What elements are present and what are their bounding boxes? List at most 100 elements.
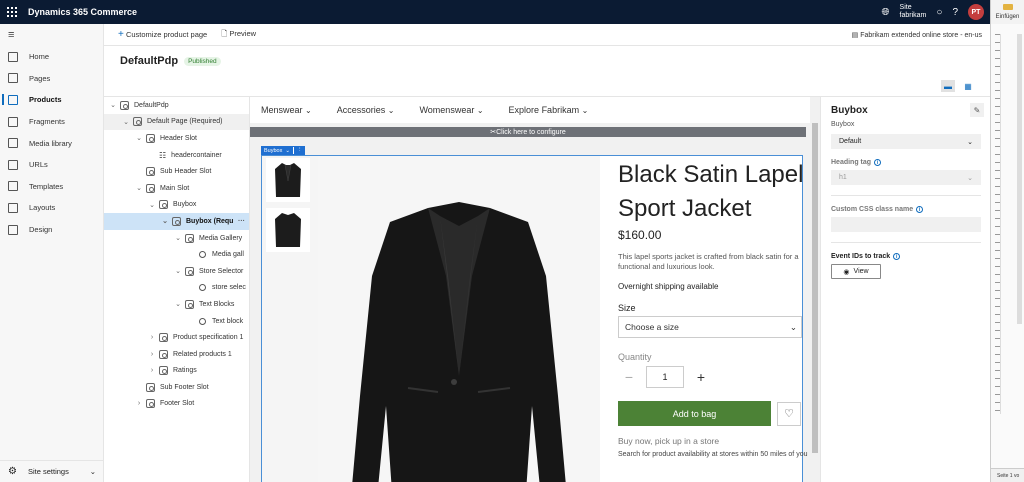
bell-icon[interactable]: ○	[936, 7, 942, 18]
quantity-input[interactable]: 1	[646, 366, 684, 388]
menu-item[interactable]: Menswear ⌄	[261, 105, 312, 115]
tree-node[interactable]: Sub Header Slot	[104, 163, 249, 180]
sidebar-item-media-library[interactable]: Media library	[0, 132, 103, 154]
css-class-input[interactable]	[831, 217, 981, 232]
sidebar-item-fragments[interactable]: Fragments	[0, 111, 103, 133]
app-launcher-icon[interactable]	[0, 0, 24, 24]
sidebar-item-home[interactable]: Home	[0, 46, 103, 68]
tree-chevron-icon[interactable]: ›	[147, 367, 157, 374]
pencil-icon[interactable]: ✎	[970, 103, 984, 117]
configure-bar[interactable]: ✂ Click here to configure	[250, 127, 806, 137]
buybox-tag[interactable]: Buybox ⌄ ⋮	[261, 146, 306, 155]
sidebar-item-pages[interactable]: Pages	[0, 68, 103, 90]
chevron-down-icon: ⌄	[967, 174, 973, 182]
customize-product-page-button[interactable]: + Customize product page	[118, 29, 207, 40]
info-icon[interactable]: i	[916, 206, 924, 213]
site-switcher[interactable]: Site fabrikam	[900, 4, 927, 20]
increment-button[interactable]: +	[690, 366, 712, 388]
avatar[interactable]: PT	[968, 4, 984, 20]
jacket-image	[352, 202, 566, 482]
tree-chevron-icon[interactable]: ›	[147, 334, 157, 341]
decrement-button[interactable]: −	[618, 366, 640, 388]
top-bar: Dynamics 365 Commerce 🌐︎ Site fabrikam ○ …	[0, 0, 990, 24]
tree-node[interactable]: › Product specification 1	[104, 329, 249, 346]
tree-node[interactable]: Text block	[104, 313, 249, 330]
tree-node[interactable]: › Footer Slot	[104, 396, 249, 413]
canvas-scrollbar[interactable]	[812, 123, 818, 453]
more-options-icon[interactable]: ···	[238, 218, 245, 225]
chevron-down-icon: ⌄	[476, 106, 484, 115]
tree-node[interactable]: Sub Footer Slot	[104, 379, 249, 396]
tree-node[interactable]: ⌄ Header Slot	[104, 130, 249, 147]
tree-chevron-icon[interactable]: ⌄	[173, 267, 183, 275]
plus-icon: +	[118, 29, 124, 40]
help-icon[interactable]: ?	[952, 7, 958, 18]
menu-item[interactable]: Accessories ⌄	[337, 105, 395, 115]
add-to-bag-button[interactable]: Add to bag	[618, 401, 771, 426]
grid-view-icon[interactable]: ▦	[961, 80, 975, 92]
vertical-ruler	[995, 34, 1001, 414]
sidebar-item-templates[interactable]: Templates	[0, 176, 103, 198]
tree-node[interactable]: ⌄ Buybox	[104, 197, 249, 214]
heading-tag-select[interactable]: h1 ⌄	[831, 170, 981, 185]
tree-node[interactable]: ⌄ Default Page (Required)	[104, 113, 249, 131]
view-button[interactable]: ◉ View	[831, 264, 881, 279]
slot-icon	[120, 100, 129, 110]
tree-node[interactable]: ⌄ DefaultPdp	[104, 97, 249, 114]
more-icon[interactable]: ⋮	[292, 147, 302, 154]
tree-chevron-icon[interactable]: ⌄	[173, 300, 183, 308]
tree-chevron-icon[interactable]: ⌄	[121, 118, 131, 126]
info-icon[interactable]: i	[893, 253, 901, 260]
tree-chevron-icon[interactable]: ›	[134, 400, 144, 407]
tree-node[interactable]: › Related products 1	[104, 346, 249, 363]
layouts-icon	[8, 202, 18, 213]
globe-icon[interactable]: 🌐︎	[882, 7, 890, 18]
tree-chevron-icon[interactable]: ⌄	[160, 217, 170, 225]
info-icon[interactable]: i	[874, 159, 882, 166]
sidebar-item-design[interactable]: Design	[0, 219, 103, 241]
quantity-stepper: − 1 +	[618, 366, 804, 388]
thumbnail-back[interactable]	[266, 208, 310, 252]
chevron-down-icon: ⌄	[789, 321, 797, 332]
layout-select[interactable]: Default ⌄	[831, 134, 981, 149]
product-main-image[interactable]	[318, 156, 600, 482]
thumbnail-front[interactable]	[266, 158, 310, 202]
page-canvas: Menswear ⌄ Accessories ⌄ Womenswear ⌄ Explo…	[250, 97, 820, 482]
tree-chevron-icon[interactable]: ⌄	[134, 184, 144, 192]
page-header: DefaultPdp Published	[104, 46, 990, 76]
slot-icon	[133, 117, 142, 127]
tree-node[interactable]: ⌄ Text Blocks	[104, 296, 249, 313]
tree-node[interactable]: Media gall	[104, 246, 249, 263]
site-settings-button[interactable]: ⚙ Site settings ⌄	[0, 460, 104, 482]
app-title[interactable]: Dynamics 365 Commerce	[28, 7, 137, 17]
heart-icon[interactable]: ♡	[777, 401, 801, 426]
gear-icon: ⚙	[8, 466, 17, 477]
tree-node[interactable]: store selec	[104, 280, 249, 297]
menu-item[interactable]: Womenswear ⌄	[419, 105, 483, 115]
tree-chevron-icon[interactable]: ⌄	[108, 101, 118, 109]
sidebar-item-products[interactable]: Products	[0, 89, 103, 111]
tree-node[interactable]: › Ratings	[104, 363, 249, 380]
sidebar-item-layouts[interactable]: Layouts	[0, 197, 103, 219]
pane-scrollbar[interactable]	[1017, 34, 1022, 324]
tree-node[interactable]: ⌄ Store Selector	[104, 263, 249, 280]
desktop-view-icon[interactable]: ▬	[941, 80, 955, 92]
sidebar-item-urls[interactable]: URLs	[0, 154, 103, 176]
tree-node[interactable]: ☷ headercontainer	[104, 147, 249, 164]
tree-node[interactable]: ⌄ Main Slot	[104, 180, 249, 197]
buybox-module[interactable]: Black Satin Lapel Sport Jacket $160.00 T…	[261, 155, 807, 482]
hamburger-icon[interactable]: ≡	[0, 24, 103, 46]
store-indicator[interactable]: ▤ Fabrikam extended online store - en-us	[852, 31, 982, 39]
tree-chevron-icon[interactable]: ⌄	[134, 134, 144, 142]
tree-chevron-icon[interactable]: ⌄	[173, 234, 183, 242]
chevron-down-icon[interactable]: ⌄	[285, 148, 290, 154]
chevron-down-icon: ⌄	[581, 106, 589, 115]
outline-tree: ⌄ DefaultPdp ⌄ Default Page (Required) ⌄ Head…	[104, 97, 250, 482]
tree-node[interactable]: ⌄ Buybox (Requ ···	[104, 213, 249, 230]
tree-chevron-icon[interactable]: ⌄	[147, 201, 157, 209]
tree-chevron-icon[interactable]: ›	[147, 351, 157, 358]
menu-item[interactable]: Explore Fabrikam ⌄	[509, 105, 589, 115]
size-select[interactable]: Choose a size ⌄	[618, 316, 802, 338]
preview-button[interactable]: 🗋︎ Preview	[221, 28, 256, 41]
tree-node[interactable]: ⌄ Media Gallery	[104, 230, 249, 247]
